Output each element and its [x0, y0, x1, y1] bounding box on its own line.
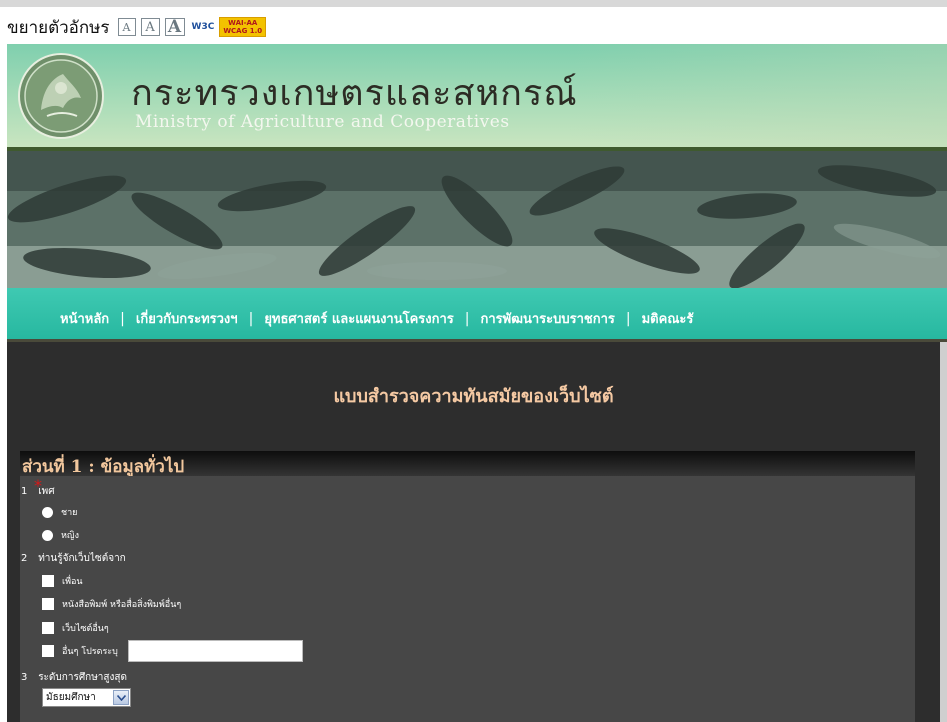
accessibility-toolbar: ขยายตัวอักษร A A A W3C WAI-AA WCAG 1.0 [7, 16, 267, 38]
survey-content: แบบสำรวจความทันสมัยของเว็บไซต์ ส่วนที่ 1… [7, 342, 940, 722]
wai-aa-badge[interactable]: WAI-AA WCAG 1.0 [219, 17, 267, 37]
option-label: หญิง [61, 531, 79, 541]
source-option-website[interactable]: เว็บไซต์อื่นๆ [42, 621, 109, 635]
question-number: 3 [21, 672, 28, 683]
source-option-other[interactable]: อื่นๆ โปรดระบุ [42, 640, 303, 662]
ministry-emblem-icon[interactable] [17, 52, 105, 140]
other-source-input[interactable] [127, 640, 303, 662]
radio-button[interactable] [42, 529, 53, 541]
header-photo-fish [7, 151, 947, 288]
nav-separator: | [120, 310, 125, 327]
banner-shade [567, 44, 947, 147]
question-number: 1 [21, 486, 28, 497]
gender-option-male[interactable]: ชาย [42, 505, 77, 519]
checkbox[interactable] [42, 575, 54, 587]
font-small-button[interactable]: A [117, 18, 136, 36]
option-label: หนังสือพิมพ์ หรือสื่อสิ่งพิมพ์อื่นๆ [62, 600, 182, 610]
education-select[interactable]: มัธยมศึกษา [42, 688, 131, 707]
nav-item-reform[interactable]: การพัฒนาระบบราชการ [481, 308, 615, 329]
question-number: 2 [21, 553, 28, 564]
font-medium-button[interactable]: A [140, 18, 160, 36]
survey-title: แบบสำรวจความทันสมัยของเว็บไซต์ [333, 386, 614, 407]
wai-badge-line2: WCAG 1.0 [223, 27, 263, 35]
option-label: อื่นๆ โปรดระบุ [62, 647, 118, 657]
chevron-down-icon[interactable] [113, 690, 129, 705]
question-label: ท่านรู้จักเว็บไซต์จาก [38, 553, 126, 564]
required-asterisk: * [34, 476, 42, 495]
nav-separator: | [625, 310, 631, 327]
option-label: เว็บไซต์อื่นๆ [62, 624, 109, 634]
question-gender: 1 * เพศ [21, 476, 55, 499]
right-edge-strip [940, 342, 947, 722]
checkbox[interactable] [42, 622, 54, 634]
source-option-friend[interactable]: เพื่อน [42, 574, 83, 588]
nav-item-about[interactable]: เกี่ยวกับกระทรวงฯ [136, 308, 238, 329]
font-size-label: ขยายตัวอักษร [7, 17, 110, 38]
font-large-button[interactable]: A [164, 17, 185, 37]
question-label: ระดับการศึกษาสูงสุด [38, 672, 128, 683]
checkbox[interactable] [42, 645, 54, 657]
nav-item-home[interactable]: หน้าหลัก [60, 308, 109, 329]
main-navigation: หน้าหลัก | เกี่ยวกับกระทรวงฯ | ยุทธศาสตร… [7, 288, 947, 342]
nav-separator: | [464, 310, 470, 327]
nav-item-cabinet[interactable]: มติคณะรั [642, 308, 694, 329]
survey-form: 1 * เพศ ชาย หญิง 2 ท่านรู้จักเว็บไซต์จาก… [20, 476, 915, 722]
ministry-english-name: Ministry of Agriculture and Cooperatives [135, 112, 510, 132]
radio-button[interactable] [42, 506, 53, 518]
nav-item-strategy[interactable]: ยุทธศาสตร์ และแผนงานโครงการ [264, 308, 453, 329]
section-heading: ส่วนที่ 1 : ข้อมูลทั่วไป [20, 451, 915, 477]
question-source: 2 ท่านรู้จักเว็บไซต์จาก [21, 551, 126, 566]
ministry-banner: กระทรวงเกษตรและสหกรณ์ Ministry of Agricu… [7, 44, 947, 147]
option-label: เพื่อน [62, 577, 83, 587]
w3c-badge[interactable]: W3C [192, 22, 215, 32]
checkbox[interactable] [42, 598, 54, 610]
gender-option-female[interactable]: หญิง [42, 528, 79, 542]
fish-photo-image [7, 151, 947, 288]
top-rule [0, 0, 947, 7]
wai-badge-line1: WAI-AA [228, 19, 258, 27]
nav-separator: | [248, 310, 254, 327]
question-education: 3 ระดับการศึกษาสูงสุด [21, 670, 127, 685]
education-selected-value: มัธยมศึกษา [46, 692, 96, 703]
option-label: ชาย [61, 508, 78, 518]
source-option-newspaper[interactable]: หนังสือพิมพ์ หรือสื่อสิ่งพิมพ์อื่นๆ [42, 597, 181, 611]
